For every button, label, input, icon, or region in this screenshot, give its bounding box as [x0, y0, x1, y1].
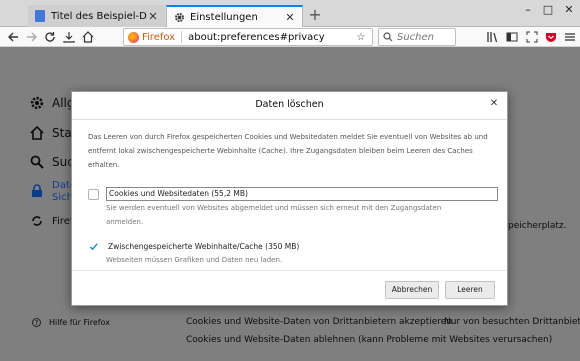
close-tab-icon[interactable]: ✕	[147, 10, 159, 23]
tab-settings[interactable]: Einstellungen ✕	[166, 5, 303, 28]
close-window-button[interactable]: ✕	[561, 3, 577, 16]
tab-bar: Titel des Beispiel-Dokuments ✕ Einstellu…	[0, 0, 580, 28]
identity-label: Firefox	[142, 31, 176, 43]
dialog-header: Daten löschen ✕	[72, 92, 507, 120]
dialog-footer: Abbrechen Leeren	[72, 270, 507, 307]
cache-checkbox-label[interactable]: Zwischengespeicherte Webinhalte/Cache (3…	[106, 242, 498, 251]
back-button[interactable]	[4, 28, 22, 46]
search-placeholder: Suchen	[397, 31, 435, 43]
cancel-button[interactable]: Abbrechen	[385, 281, 439, 299]
minimize-button[interactable]: –	[520, 3, 536, 16]
clear-button[interactable]: Leeren	[445, 281, 495, 299]
forward-button[interactable]	[23, 28, 41, 46]
library-icon[interactable]	[485, 30, 499, 44]
screenshot-icon[interactable]	[525, 30, 539, 44]
url-bar[interactable]: Firefox about:preferences#privacy ☆	[123, 28, 373, 46]
dialog-title: Daten löschen	[255, 99, 324, 110]
help-label: Hilfe für Firefox	[49, 318, 110, 327]
search-input[interactable]: Suchen	[378, 28, 456, 46]
navigation-bar: Firefox about:preferences#privacy ☆ Such…	[0, 27, 580, 47]
cookies-checkbox-label[interactable]: Cookies und Websitedaten (55,2 MB)	[106, 187, 498, 201]
tab-example-document[interactable]: Titel des Beispiel-Dokuments ✕	[28, 5, 165, 27]
gear-icon	[30, 96, 44, 110]
help-icon: ?	[32, 318, 41, 327]
cache-checkbox[interactable]	[88, 240, 99, 252]
close-tab-icon[interactable]: ✕	[284, 11, 296, 24]
cache-option[interactable]: Zwischengespeicherte Webinhalte/Cache (3…	[88, 239, 498, 267]
checkmark-icon	[89, 242, 98, 250]
tab-title: Titel des Beispiel-Dokuments	[51, 10, 147, 22]
help-link: ? Hilfe für Firefox	[32, 318, 110, 327]
home-icon	[30, 126, 44, 140]
new-tab-button[interactable]: +	[307, 7, 323, 23]
url-text[interactable]: about:preferences#privacy	[188, 32, 354, 43]
clear-data-dialog: Daten löschen ✕ Das Leeren von durch Fir…	[71, 91, 508, 306]
home-button[interactable]	[79, 28, 97, 46]
reload-button[interactable]	[41, 28, 59, 46]
sidebar-item-privacy: Date Sich	[30, 180, 76, 204]
close-icon[interactable]: ✕	[487, 97, 501, 111]
maximize-button[interactable]: □	[540, 3, 556, 16]
gear-icon	[173, 12, 185, 24]
block-cookies-option: Cookies und Website-Daten ablehnen (kann…	[186, 335, 553, 345]
bookmark-star-icon[interactable]: ☆	[354, 32, 368, 43]
pocket-icon[interactable]	[544, 30, 558, 44]
third-party-cookies-option: Cookies und Website-Daten von Drittanbie…	[186, 317, 453, 327]
cookies-checkbox[interactable]	[88, 188, 99, 200]
sidebar-icon[interactable]	[505, 30, 519, 44]
cache-note: Webseiten müssen Grafiken und Daten neu …	[106, 256, 283, 264]
tab-title: Einstellungen	[190, 12, 258, 23]
menu-icon[interactable]	[563, 30, 577, 44]
lock-icon	[30, 184, 44, 198]
downloads-icon[interactable]	[60, 28, 78, 46]
third-party-cookies-select: Nur von besuchten Drittanbiet	[444, 317, 580, 327]
document-icon	[34, 10, 46, 22]
sync-icon	[30, 214, 44, 228]
cookies-option[interactable]: Cookies und Websitedaten (55,2 MB) Sie w…	[88, 187, 498, 229]
search-icon	[383, 32, 393, 42]
firefox-icon	[128, 31, 139, 43]
cookies-note: Sie werden eventuell von Websites abgeme…	[106, 204, 442, 226]
storage-text-fragment: peicherplatz.	[508, 221, 567, 231]
search-icon	[30, 155, 44, 169]
dialog-description: Das Leeren von durch Firefox gespeichert…	[88, 133, 488, 169]
